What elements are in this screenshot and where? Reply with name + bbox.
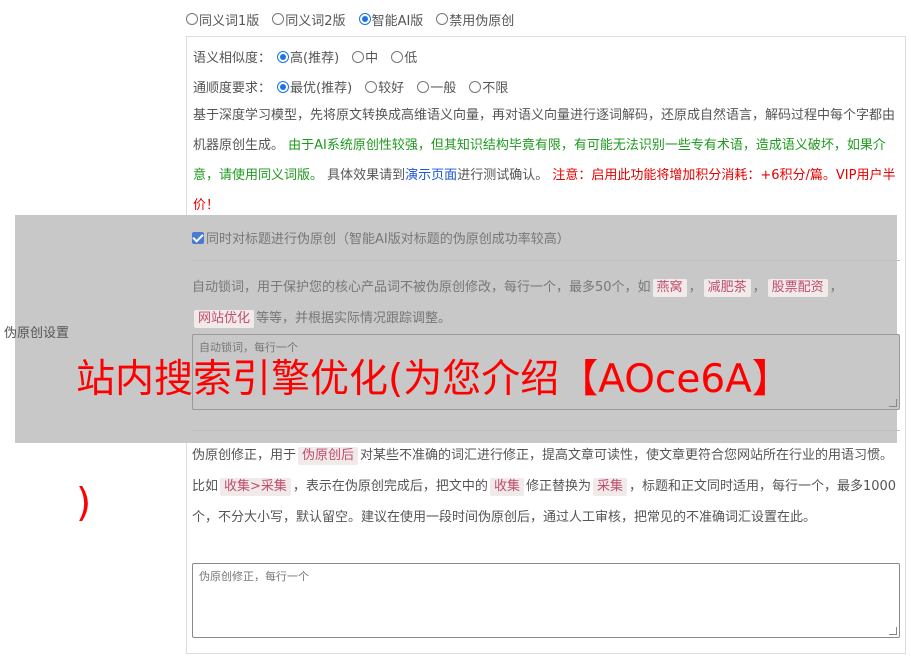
- example-tag: 收集>采集: [220, 478, 291, 496]
- similarity-option-low[interactable]: 低: [391, 48, 417, 66]
- mode-option-label: 禁用伪原创: [449, 13, 515, 29]
- correction-description: 伪原创修正，用于 伪原创后 对某些不准确的词汇进行修正，提高文章可读性，使文章更符合…: [192, 440, 904, 533]
- checkbox-checked-icon[interactable]: [192, 231, 204, 244]
- example-tag: 股票配资: [767, 279, 828, 297]
- similarity-option-medium[interactable]: 中: [352, 48, 378, 66]
- mode-option-disable[interactable]: 禁用伪原创: [436, 10, 515, 29]
- divider: [192, 260, 900, 261]
- mode-option-synonym-2[interactable]: 同义词2版: [272, 10, 346, 29]
- radio-icon[interactable]: [358, 13, 371, 25]
- similarity-option-label: 高(推荐): [290, 51, 340, 66]
- example-tag: 伪原创后: [298, 447, 359, 465]
- similarity-row: 语义相似度： 高(推荐) 中 低: [193, 47, 430, 66]
- fluency-label: 通顺度要求：: [193, 81, 272, 96]
- radio-icon[interactable]: [352, 50, 365, 63]
- demo-page-link[interactable]: 演示页面: [405, 168, 457, 183]
- example-tag: 燕窝: [652, 279, 687, 297]
- radio-icon[interactable]: [436, 13, 449, 25]
- similarity-option-label: 低: [404, 51, 418, 66]
- mode-radio-group: 同义词1版 同义词2版 智能AI版 禁用伪原创: [186, 10, 527, 29]
- example-tag: 减肥茶: [703, 279, 751, 297]
- fluency-option-best[interactable]: 最优(推荐): [277, 78, 352, 96]
- ai-desc-text: 进行测试确认。: [457, 168, 549, 183]
- ai-desc-text: 具体效果请到: [327, 168, 406, 183]
- ai-description: 基于深度学习模型，先将原文转换成高维语义向量，再对语义向量进行逐词解码，还原成自…: [193, 101, 899, 221]
- mode-option-label: 同义词2版: [285, 13, 346, 29]
- lock-words-description: 自动锁词，用于保护您的核心产品词不被伪原创修改，每行一个，最多50个，如 燕窝，减…: [192, 279, 843, 328]
- mode-option-ai[interactable]: 智能AI版: [358, 10, 424, 29]
- divider: [192, 430, 900, 431]
- fluency-option-normal[interactable]: 一般: [417, 78, 456, 96]
- correction-placeholder: 伪原创修正，每行一个: [199, 570, 309, 583]
- title-rewrite-checkbox[interactable]: 同时对标题进行伪原创（智能AI版对标题的伪原创成功率较高）: [192, 228, 570, 247]
- fluency-option-label: 最优(推荐): [290, 81, 353, 96]
- fluency-option-label: 较好: [378, 81, 405, 96]
- radio-icon[interactable]: [391, 50, 404, 63]
- example-tag: 收集: [489, 478, 524, 496]
- resize-handle-icon[interactable]: [889, 399, 897, 407]
- radio-icon[interactable]: [469, 80, 482, 93]
- fix-desc-text: 伪原创修正，用于: [192, 448, 297, 463]
- lock-desc-text: 等等，并根据实际情况跟踪调整。: [256, 311, 452, 326]
- mode-option-synonym-1[interactable]: 同义词1版: [186, 10, 260, 29]
- correction-textarea[interactable]: 伪原创修正，每行一个: [192, 563, 900, 638]
- mode-option-label: 同义词1版: [199, 13, 260, 29]
- fluency-option-label: 一般: [430, 81, 457, 96]
- fluency-option-label: 不限: [482, 81, 509, 96]
- example-tag: 网站优化: [194, 310, 255, 328]
- fluency-option-good[interactable]: 较好: [365, 78, 404, 96]
- similarity-option-high[interactable]: 高(推荐): [277, 48, 339, 66]
- banner-title-continued: ): [76, 481, 92, 526]
- radio-icon[interactable]: [277, 80, 290, 93]
- title-rewrite-label: 同时对标题进行伪原创（智能AI版对标题的伪原创成功率较高）: [206, 232, 570, 247]
- fluency-row: 通顺度要求： 最优(推荐) 较好 一般 不限: [193, 77, 521, 96]
- fix-desc-text: 修正替换为: [525, 479, 591, 494]
- fluency-option-any[interactable]: 不限: [469, 78, 508, 96]
- similarity-label: 语义相似度：: [193, 51, 272, 66]
- fix-desc-text: ，表示在伪原创完成后，把文中的: [292, 479, 488, 494]
- lock-desc-text: 自动锁词，用于保护您的核心产品词不被伪原创修改，每行一个，最多50个，如: [192, 280, 651, 295]
- banner-title: 站内搜索引擎优化(为您介绍【AOce6A】: [76, 357, 791, 402]
- resize-handle-icon[interactable]: [889, 627, 897, 635]
- example-tag: 采集: [592, 478, 627, 496]
- radio-icon[interactable]: [186, 13, 198, 25]
- pseudo-original-settings-label: 伪原创设置: [4, 326, 70, 341]
- radio-icon[interactable]: [417, 80, 430, 93]
- radio-icon[interactable]: [277, 50, 290, 63]
- mode-option-label: 智能AI版: [371, 13, 424, 29]
- radio-icon[interactable]: [272, 13, 285, 25]
- radio-icon[interactable]: [365, 80, 378, 93]
- similarity-option-label: 中: [365, 51, 379, 66]
